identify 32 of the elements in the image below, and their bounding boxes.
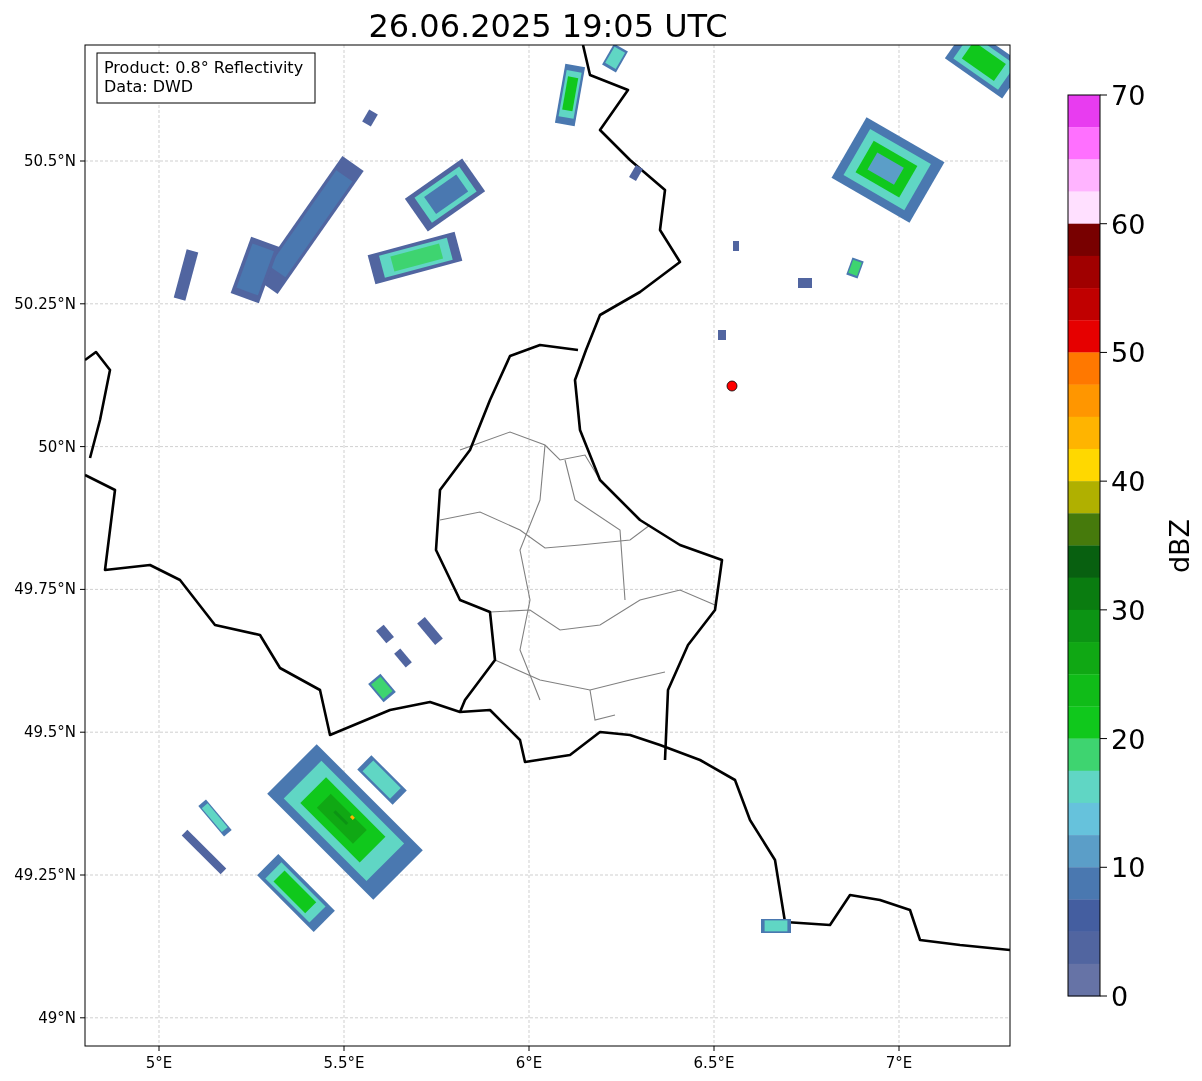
- legend-text: Data: DWD: [104, 77, 194, 96]
- latitude-label: 50°N: [38, 437, 76, 456]
- radar-echo: [362, 109, 378, 127]
- radar-echo: [629, 164, 643, 182]
- longitude-label: 5.5°E: [323, 1054, 365, 1072]
- radar-echo: [733, 241, 739, 251]
- chart-title: 26.06.2025 19:05 UTC: [368, 7, 728, 45]
- latitude-label: 49.5°N: [23, 723, 76, 742]
- legend-text: Product: 0.8° Reflectivity: [104, 58, 304, 77]
- radar-echo: [798, 278, 812, 288]
- longitude-label: 7°E: [885, 1054, 913, 1072]
- radar-echo: [846, 257, 864, 279]
- radar-site-marker: [726, 380, 738, 392]
- latitude-label: 50.5°N: [23, 152, 76, 170]
- longitude-label: 6°E: [515, 1054, 543, 1072]
- colorbar-tick-label: 40: [1111, 466, 1146, 498]
- colorbar-tick-label: 20: [1111, 723, 1146, 755]
- colorbar-tick-label: 70: [1111, 80, 1146, 111]
- colorbar-tick-label: 10: [1111, 852, 1146, 884]
- latitude-label: 49.25°N: [14, 866, 76, 884]
- colorbar-tick-label: 30: [1111, 594, 1146, 626]
- latitude-label: 49°N: [38, 1008, 76, 1027]
- radar-echo: [761, 919, 791, 933]
- radar-echo: [718, 330, 726, 340]
- colorbar-tick-label: 60: [1111, 208, 1146, 240]
- colorbar-tick-label: 50: [1111, 337, 1146, 369]
- latitude-label: 50.25°N: [14, 294, 76, 313]
- colorbar-axis-label: dBZ: [1164, 518, 1195, 574]
- colorbar-tick-label: 0: [1111, 981, 1129, 1012]
- longitude-label: 6.5°E: [693, 1054, 735, 1072]
- longitude-label: 5°E: [145, 1054, 173, 1072]
- latitude-label: 49.75°N: [14, 580, 76, 599]
